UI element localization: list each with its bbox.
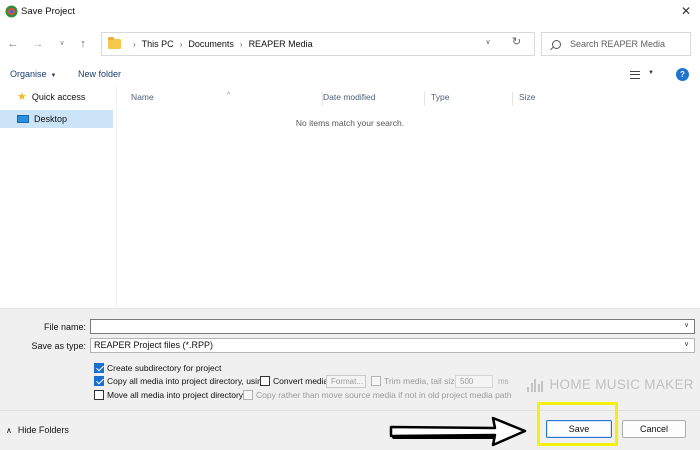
create-subdirectory-option[interactable]: Create subdirectory for project (94, 363, 221, 373)
file-list: Name ^ Date modified Type Size No items … (116, 86, 700, 308)
annotation-arrow-icon (389, 416, 527, 447)
copy-all-media-checkbox[interactable] (94, 376, 104, 386)
copy-rather-than-move-label: Copy rather than move source media if no… (256, 390, 512, 400)
convert-media-label: Convert media (273, 376, 329, 386)
reaper-logo-icon (5, 5, 18, 18)
save-project-dialog: Save Project ✕ ← → ∨ ↑ › This PC › Docum… (0, 0, 700, 450)
navigation-pane: ★ Quick access Desktop (0, 86, 116, 308)
trim-media-option[interactable]: Trim media, tail size: (371, 376, 462, 386)
copy-all-media-option[interactable]: Copy all media into project directory, u… (94, 376, 269, 386)
watermark-text: HOME MUSIC MAKER (549, 377, 694, 392)
address-row: ← → ∨ ↑ › This PC › Documents › REAPER M… (0, 30, 700, 58)
breadcrumb-this-pc[interactable]: This PC (142, 39, 174, 49)
forward-arrow-icon[interactable]: → (31, 37, 45, 51)
help-icon[interactable]: ? (676, 68, 689, 81)
trim-media-label: Trim media, tail size: (384, 376, 462, 386)
view-options-caret-icon[interactable]: ▼ (648, 70, 654, 76)
sort-caret-icon: ^ (227, 92, 231, 99)
move-all-media-option[interactable]: Move all media into project directory (94, 390, 243, 400)
organise-caret-icon: ▼ (50, 73, 57, 79)
search-input[interactable]: Search REAPER Media (541, 32, 691, 56)
breadcrumb-separator-icon: › (239, 39, 243, 49)
organise-button[interactable]: Organise ▼ (10, 69, 56, 79)
recent-locations-chevron-icon[interactable]: ∨ (55, 37, 69, 51)
desktop-icon (17, 115, 29, 123)
copy-all-media-label: Copy all media into project directory, u… (107, 376, 269, 386)
create-subdirectory-label: Create subdirectory for project (107, 363, 222, 373)
column-header-size[interactable]: Size (513, 92, 587, 106)
trim-media-checkbox[interactable] (371, 376, 381, 386)
cancel-button[interactable]: Cancel (622, 420, 686, 438)
refresh-icon[interactable]: ↻ (510, 36, 523, 49)
window-title: Save Project (21, 6, 75, 17)
save-as-type-select[interactable]: REAPER Project files (*.RPP) (90, 338, 695, 353)
copy-rather-than-move-checkbox[interactable] (243, 390, 253, 400)
address-dropdown-chevron-icon[interactable]: ∨ (483, 38, 493, 48)
nav-item-label: Desktop (34, 114, 68, 124)
search-placeholder: Search REAPER Media (570, 39, 666, 49)
tail-size-unit: ms (498, 377, 509, 386)
column-header-label: Name (131, 92, 154, 102)
format-button[interactable]: Format... (326, 375, 366, 388)
tail-size-input[interactable]: 500 (455, 375, 493, 388)
hide-folders-label: Hide Folders (17, 425, 69, 435)
file-name-input[interactable] (90, 319, 695, 334)
save-as-type-chevron-icon[interactable]: ∨ (684, 340, 689, 348)
file-name-dropdown-chevron-icon[interactable]: ∨ (684, 321, 689, 329)
empty-list-message: No items match your search. (295, 118, 405, 128)
convert-media-checkbox[interactable] (260, 376, 270, 386)
breadcrumb-reaper-media[interactable]: REAPER Media (249, 39, 313, 49)
back-arrow-icon[interactable]: ← (6, 37, 20, 51)
nav-item-desktop[interactable]: Desktop (0, 110, 113, 128)
breadcrumb-separator-icon: › (133, 39, 136, 49)
view-options-icon[interactable] (630, 71, 640, 79)
breadcrumb-separator-icon: › (179, 39, 183, 49)
watermark-bars-icon (527, 378, 545, 392)
nav-item-label: Quick access (31, 92, 86, 102)
chevron-up-icon: ∧ (6, 425, 12, 435)
move-all-media-checkbox[interactable] (94, 390, 104, 400)
command-bar: Organise ▼ New folder ▼ ? (0, 64, 700, 86)
title-bar: Save Project ✕ (0, 0, 700, 24)
save-button[interactable]: Save (546, 420, 612, 438)
create-subdirectory-checkbox[interactable] (94, 363, 104, 373)
copy-rather-than-move-option[interactable]: Copy rather than move source media if no… (243, 390, 512, 400)
column-header-name[interactable]: Name ^ (125, 92, 323, 106)
save-options-panel: File name: ∨ Save as type: REAPER Projec… (0, 308, 700, 450)
close-icon[interactable]: ✕ (678, 3, 694, 19)
up-arrow-icon[interactable]: ↑ (76, 37, 90, 51)
star-icon: ★ (17, 90, 27, 103)
organise-label: Organise (10, 69, 47, 79)
column-header-date-modified[interactable]: Date modified (317, 92, 425, 106)
hide-folders-button[interactable]: ∧ Hide Folders (6, 425, 69, 435)
new-folder-button[interactable]: New folder (78, 69, 121, 79)
folder-icon (108, 37, 121, 49)
breadcrumb-documents[interactable]: Documents (188, 39, 234, 49)
watermark: HOME MUSIC MAKER (527, 377, 694, 392)
convert-media-option[interactable]: Convert media (260, 376, 328, 386)
file-name-label: File name: (43, 322, 86, 332)
address-bar[interactable]: › This PC › Documents › REAPER Media (101, 32, 535, 56)
column-header-type[interactable]: Type (425, 92, 513, 106)
search-icon (552, 39, 561, 49)
save-as-type-label: Save as type: (31, 341, 86, 351)
move-all-media-label: Move all media into project directory (107, 390, 244, 400)
nav-item-quick-access[interactable]: ★ Quick access (0, 88, 113, 106)
